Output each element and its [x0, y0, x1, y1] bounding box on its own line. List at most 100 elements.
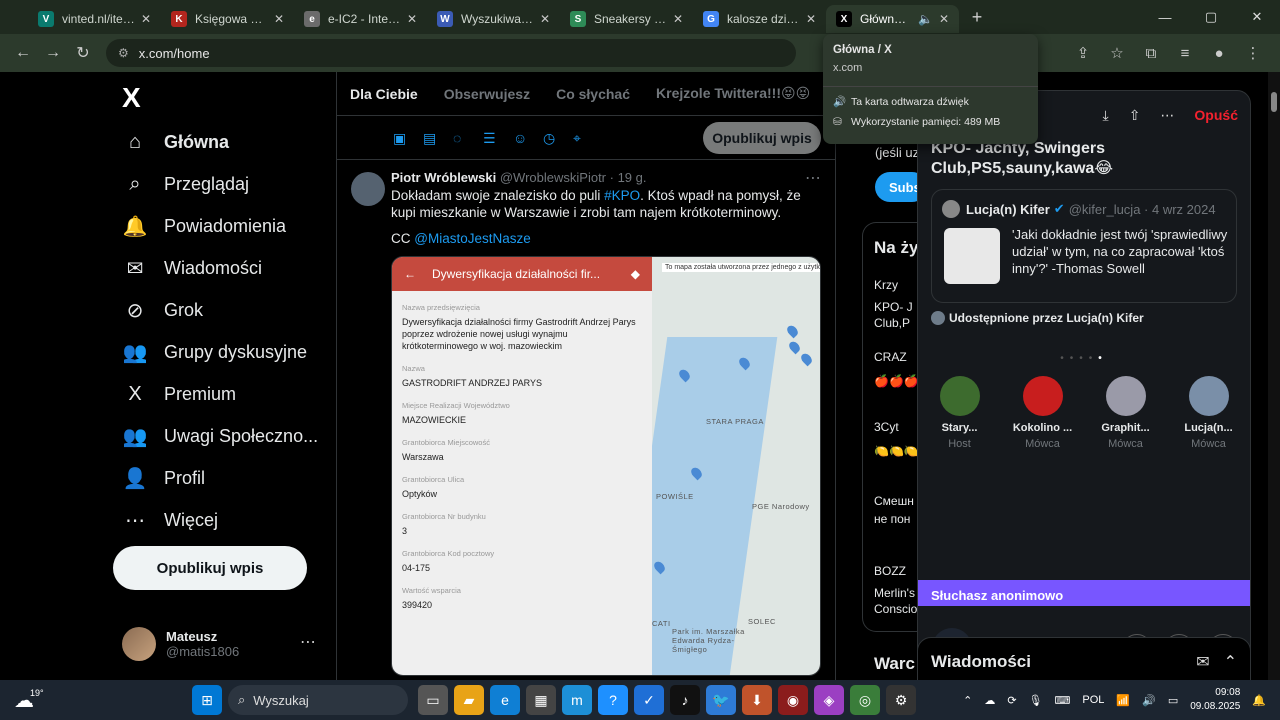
browser-tab[interactable]: Gkalosze dziedzic ✕	[693, 5, 826, 33]
browser-tab[interactable]: Vvinted.nl/items/ ✕	[28, 5, 161, 33]
volume-icon[interactable]: 🔊	[1142, 694, 1156, 707]
more-icon[interactable]: ⋯	[300, 632, 316, 652]
nav-item[interactable]: 🔔 Powiadomienia	[122, 206, 287, 246]
browser-tab[interactable]: W Wyszukiwarka ro ✕	[427, 5, 560, 33]
file-explorer-icon[interactable]: ▰	[454, 685, 484, 715]
trend-snippet[interactable]: Merlin's	[874, 586, 918, 600]
browser-tab[interactable]: X Główna / X 🔈 ✕	[826, 5, 959, 33]
trend-snippet[interactable]: Смешн	[874, 494, 918, 508]
pinned-quote[interactable]: Lucja(n) Kifer ✔ @kifer_lucja · 4 wrz 20…	[931, 189, 1237, 303]
tweet-author-name[interactable]: Piotr Wróblewski	[391, 170, 496, 185]
post-button[interactable]: Opublikuj wpis	[113, 546, 307, 590]
site-info-icon[interactable]: ⚙	[118, 46, 129, 60]
tab-close-icon[interactable]: ✕	[540, 12, 550, 26]
trend-snippet[interactable]: Club,P	[874, 316, 918, 330]
nav-item[interactable]: 👥 Uwagi Społeczno...	[122, 416, 319, 456]
speaker[interactable]: Lucja(n... Mówca	[1169, 376, 1249, 450]
feed-tab[interactable]: Krejzole Twittera!!!😝😝	[643, 72, 823, 115]
trend-snippet[interactable]: 3Cyt	[874, 420, 918, 434]
store-icon[interactable]: ▦	[526, 685, 556, 715]
browser-tab[interactable]: e e-IC2 - Internet ✕	[294, 5, 427, 33]
image-icon[interactable]: ▣	[393, 130, 423, 147]
wifi-icon[interactable]: 📶	[1116, 694, 1130, 707]
close-window-icon[interactable]: ✕	[1234, 0, 1280, 34]
feed-tab[interactable]: Co słychać	[543, 72, 643, 115]
expand-icon[interactable]: ⌃	[1224, 652, 1237, 672]
edge-icon[interactable]: e	[490, 685, 520, 715]
tweet-avatar[interactable]	[351, 172, 385, 206]
extensions-icon[interactable]: ⧉	[1134, 38, 1168, 68]
tiktok-icon[interactable]: ♪	[670, 685, 700, 715]
feed-tab[interactable]: Dla Ciebie	[337, 72, 431, 115]
tweet-media-image[interactable]: ← Dywersyfikacja działalności fir... ◆ N…	[391, 256, 821, 676]
schedule-icon[interactable]: ◷	[543, 130, 573, 147]
chevron-up-icon[interactable]: ⌃	[963, 694, 972, 707]
nav-item[interactable]: 👤 Profil	[122, 458, 205, 498]
maximize-icon[interactable]: ▢	[1188, 0, 1234, 34]
emoji-icon[interactable]: ☺	[513, 130, 543, 147]
tab-close-icon[interactable]: ✕	[939, 12, 949, 26]
trend-snippet[interactable]: 🍋🍋🍋	[874, 444, 918, 458]
location-icon[interactable]: ⌖	[573, 130, 603, 147]
browser-tab[interactable]: S Sneakersy Natur ✕	[560, 5, 693, 33]
todo-icon[interactable]: ✓	[634, 685, 664, 715]
language-indicator[interactable]: POL	[1082, 694, 1104, 706]
grok-icon[interactable]: ◌	[453, 130, 483, 147]
notification-icon[interactable]: 🔔	[1252, 694, 1266, 707]
back-icon[interactable]: ←	[8, 38, 38, 68]
trend-snippet[interactable]: не пон	[874, 512, 918, 526]
reload-icon[interactable]: ↻	[68, 38, 98, 68]
nav-item[interactable]: X Premium	[122, 374, 236, 414]
trend-snippet[interactable]: 🍎🍎🍎	[874, 374, 918, 388]
trend-snippet[interactable]: Krzy	[874, 278, 918, 292]
trend-snippet[interactable]: BOZZ	[874, 564, 918, 578]
nav-item[interactable]: ⋯ Więcej	[122, 500, 218, 540]
nav-item[interactable]: 👥 Grupy dyskusyjne	[122, 332, 308, 372]
page-scrollbar[interactable]	[1268, 72, 1280, 680]
battery-icon[interactable]: ▭	[1168, 694, 1178, 707]
clock[interactable]: 09:08 09.08.2025	[1190, 686, 1240, 714]
speaker[interactable]: Graphit... Mówca	[1086, 376, 1166, 450]
settings-icon[interactable]: ⚙	[886, 685, 916, 715]
tab-close-icon[interactable]: ✕	[141, 12, 151, 26]
mic-tray-icon[interactable]: 🎙	[1029, 694, 1043, 707]
nav-item[interactable]: ⌂ Główna	[122, 122, 229, 162]
tweet-author-handle[interactable]: @WroblewskiPiotr	[500, 170, 606, 185]
gif-icon[interactable]: ▤	[423, 130, 453, 147]
more-options-icon[interactable]: ⋯	[1160, 107, 1174, 124]
keyboard-icon[interactable]: ⌨	[1055, 694, 1071, 707]
tab-audio-icon[interactable]: 🔈	[918, 12, 933, 26]
tab-close-icon[interactable]: ✕	[407, 12, 417, 26]
nav-item[interactable]: ⊘ Grok	[122, 290, 203, 330]
x-logo-icon[interactable]: X	[122, 82, 141, 114]
address-bar[interactable]: ⚙ x.com/home	[106, 39, 796, 67]
new-message-icon[interactable]: ✉	[1196, 652, 1209, 672]
tweet[interactable]: ⋯ Piotr Wróblewski @WroblewskiPiotr · 19…	[337, 160, 835, 676]
red-app-icon[interactable]: ◉	[778, 685, 808, 715]
leave-space-button[interactable]: Opuść	[1194, 107, 1238, 123]
mention-link[interactable]: @MiastoJestNasze	[414, 231, 531, 246]
share-icon[interactable]: ⇧	[1129, 107, 1141, 124]
tweet-more-icon[interactable]: ⋯	[805, 168, 821, 188]
speaker[interactable]: Kokolino ... Mówca	[1003, 376, 1083, 450]
task-view-icon[interactable]: ▭	[418, 685, 448, 715]
forward-icon[interactable]: →	[38, 38, 68, 68]
profile-avatar-icon[interactable]: ●	[1202, 38, 1236, 68]
weather-widget[interactable]: ☁ 19°	[14, 688, 44, 713]
trend-snippet[interactable]: Conscio	[874, 602, 918, 616]
sync-icon[interactable]: ⟳	[1007, 694, 1016, 707]
minimize-icon[interactable]: —	[1142, 0, 1188, 34]
new-tab-button[interactable]: +	[963, 3, 991, 31]
tab-close-icon[interactable]: ✕	[274, 12, 284, 26]
bookmark-star-icon[interactable]: ☆	[1100, 38, 1134, 68]
browser-menu-icon[interactable]: ⋮	[1236, 38, 1270, 68]
taskbar-search[interactable]: ⌕ Wyszukaj	[228, 685, 408, 715]
tweet-time[interactable]: · 19 g.	[610, 170, 647, 185]
messages-drawer[interactable]: Wiadomości ✉ ⌃	[917, 637, 1251, 680]
tab-close-icon[interactable]: ✕	[673, 12, 683, 26]
start-icon[interactable]: ⊞	[192, 685, 222, 715]
feed-tab[interactable]: Obserwujesz	[431, 72, 543, 115]
twitter-app-icon[interactable]: 🐦	[706, 685, 736, 715]
trend-snippet[interactable]: CRAZ	[874, 350, 918, 364]
account-switcher[interactable]: Mateusz @matis1806 ⋯	[122, 622, 322, 666]
